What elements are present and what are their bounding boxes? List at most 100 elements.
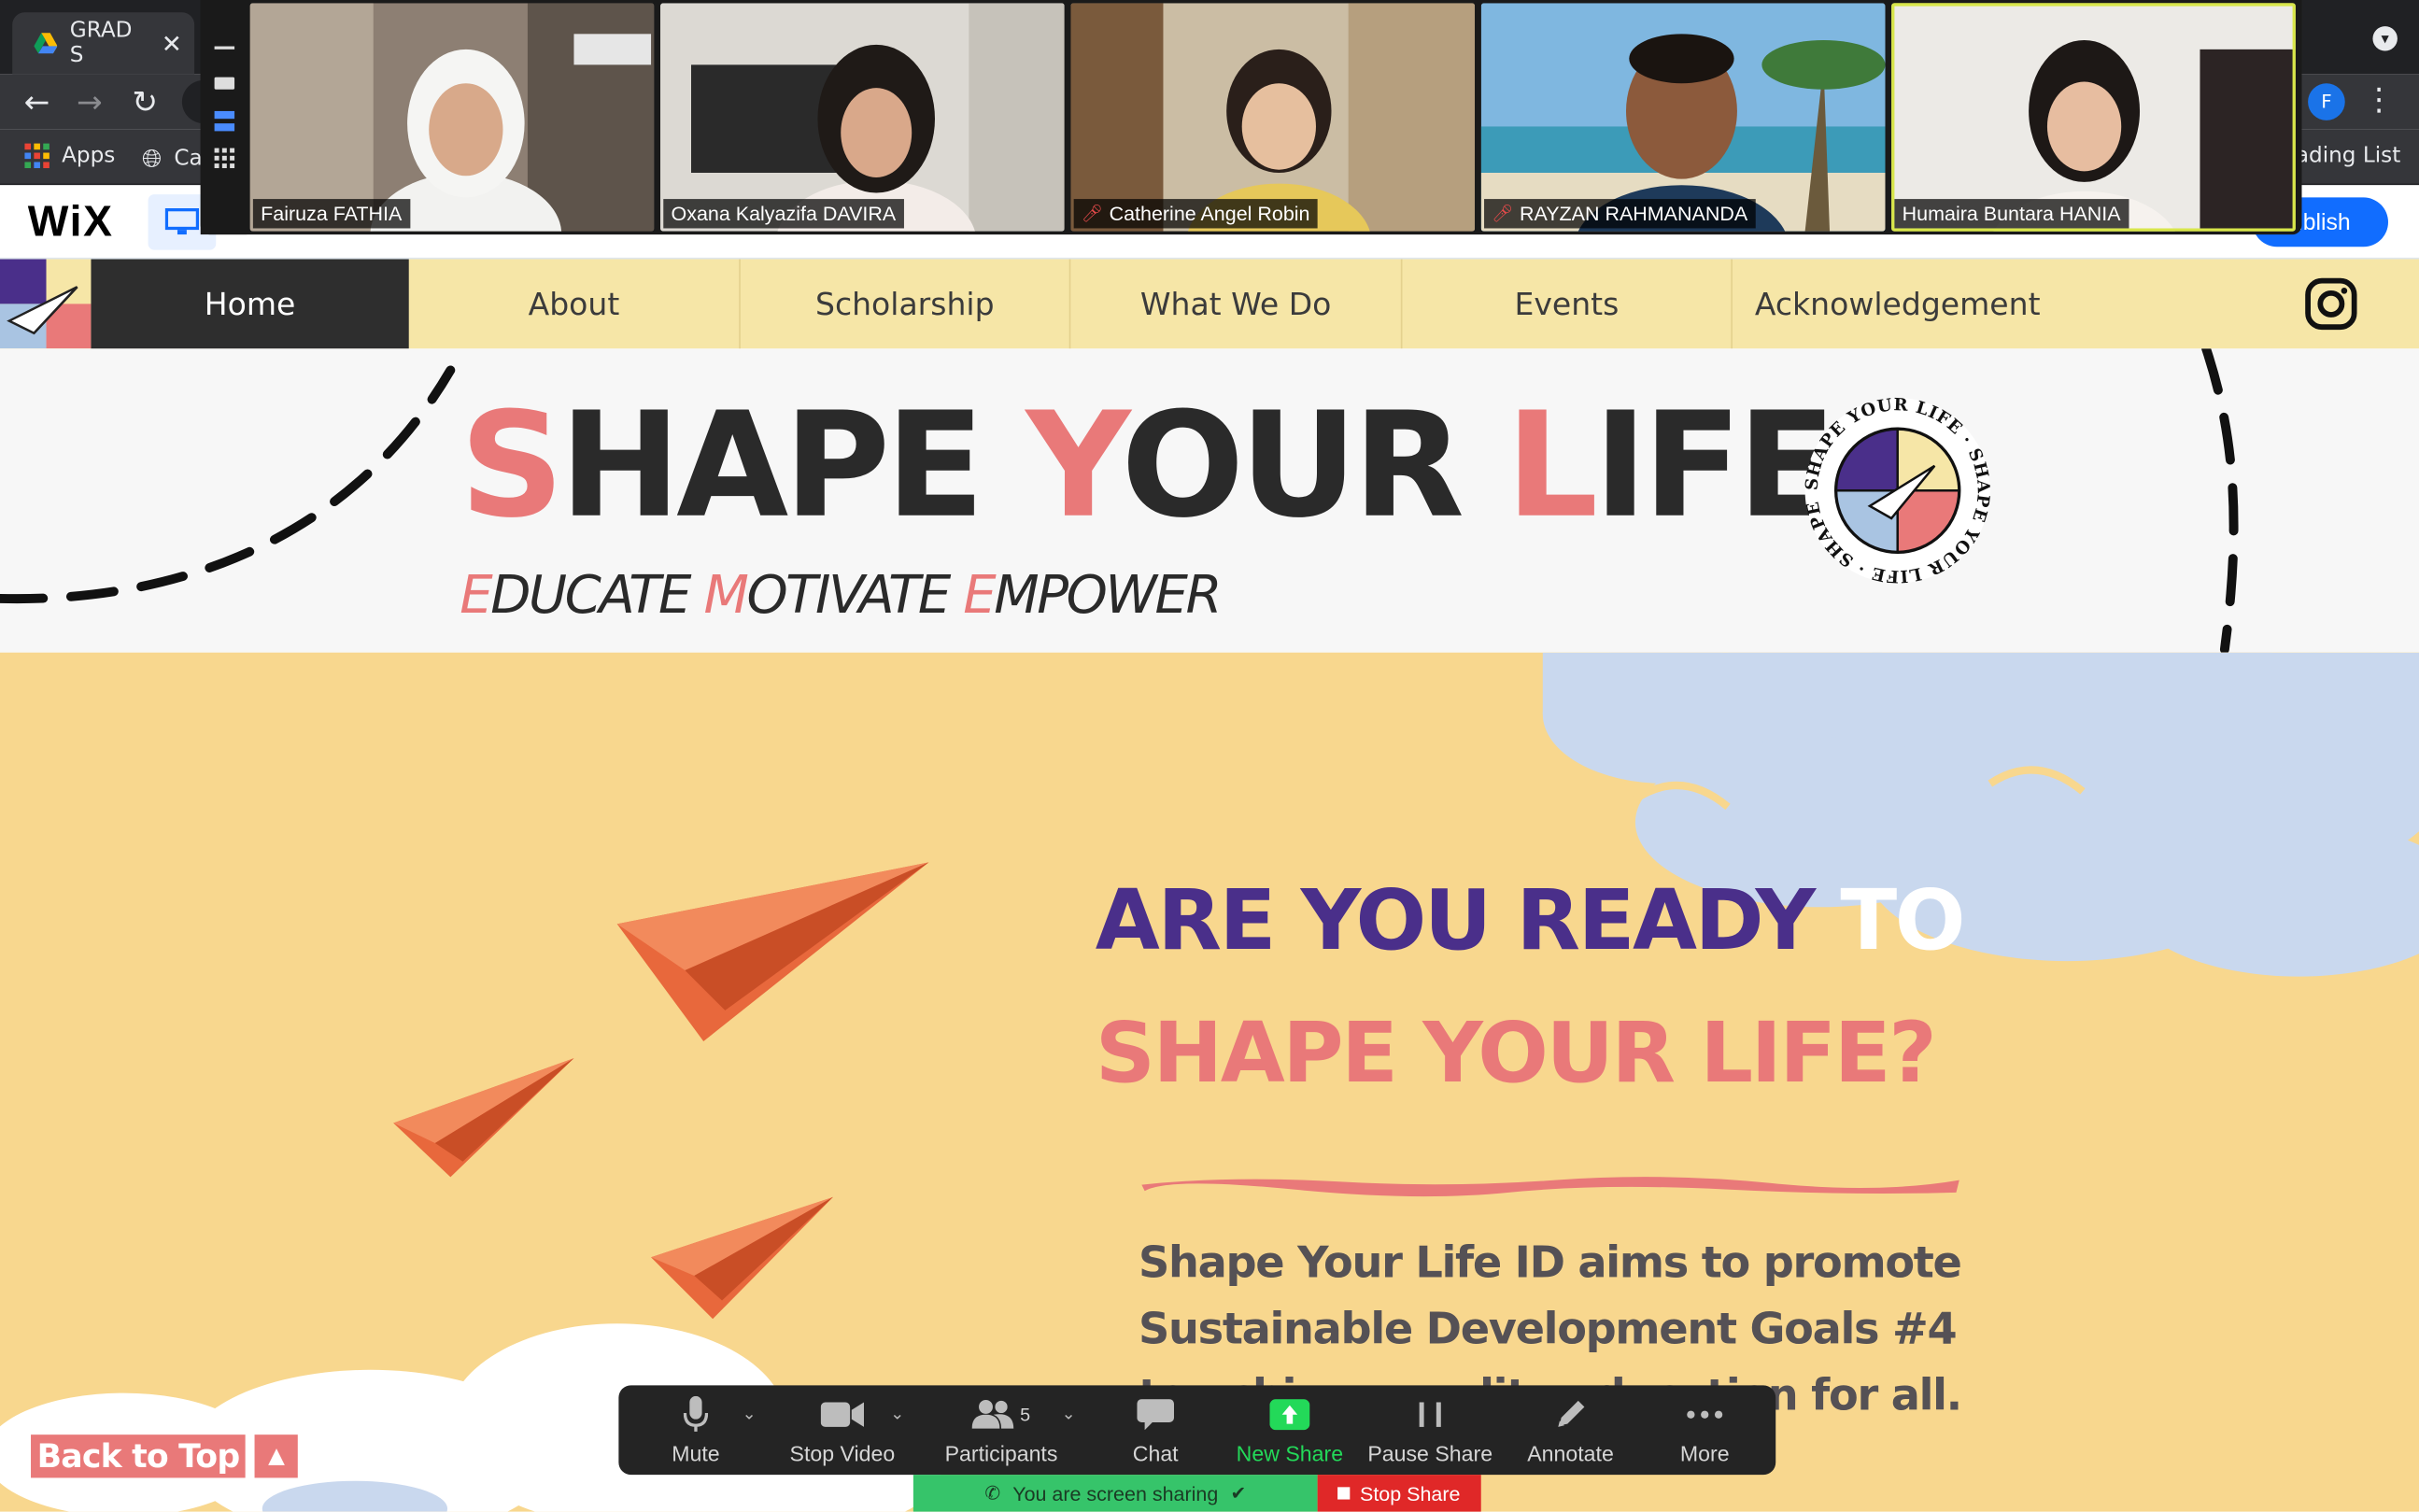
stop-square-icon: [1337, 1487, 1351, 1500]
video-options-caret[interactable]: ⌄: [890, 1404, 904, 1423]
annotate-button[interactable]: Annotate: [1520, 1385, 1621, 1475]
tagline-word: MPOWER: [994, 564, 1222, 627]
zoom-meeting-toolbar: Mute ⌄ Stop Video ⌄ 5 Participants ⌄ Cha…: [618, 1385, 1776, 1476]
nav-what-we-do[interactable]: What We Do: [1070, 259, 1403, 349]
wix-logo[interactable]: WiX: [28, 197, 114, 247]
back-arrow-icon[interactable]: ←: [16, 80, 59, 123]
share-screen-icon: [1269, 1394, 1310, 1434]
video-camera-icon: [820, 1394, 865, 1434]
chat-button[interactable]: Chat: [1106, 1385, 1205, 1475]
reading-list-label: ading List: [2295, 143, 2401, 169]
nav-acknowledgement[interactable]: Acknowledgement: [1733, 260, 2062, 349]
forward-arrow-icon[interactable]: →: [68, 80, 111, 123]
browser-tab[interactable]: GRAD S ✕: [12, 12, 195, 75]
bookmark-second[interactable]: 🌐︎ Ca: [142, 144, 203, 175]
screen: GRAD S ✕ ▾ ← → ↻ F ⋮ Apps 🌐︎ Ca ading Li…: [0, 0, 2419, 1512]
bookmark-second-label: Ca: [174, 146, 203, 172]
hero-title-initial: S: [460, 382, 564, 551]
instagram-icon[interactable]: [2305, 277, 2357, 331]
participant-name: Humaira Buntara HANIA: [1894, 199, 2129, 229]
browser-menu-icon[interactable]: ⋮: [2364, 80, 2395, 118]
headline-line-1-text: ARE YOU READY: [1095, 871, 1841, 969]
annotate-label: Annotate: [1527, 1440, 1614, 1466]
shape-your-life-badge-logo: SHAPE YOUR LIFE · SHAPE YOUR LIFE · SHAP…: [1802, 395, 1992, 586]
bookmark-apps[interactable]: Apps: [24, 143, 116, 169]
more-label: More: [1679, 1440, 1730, 1466]
participant-tile-active-speaker[interactable]: Humaira Buntara HANIA: [1891, 3, 2296, 232]
more-button[interactable]: More: [1655, 1385, 1754, 1475]
participants-icon: [971, 1400, 1014, 1429]
participant-video: [249, 3, 655, 232]
pause-share-button[interactable]: Pause Share: [1365, 1385, 1495, 1475]
nav-about[interactable]: About: [409, 259, 741, 349]
new-share-label: New Share: [1236, 1440, 1344, 1466]
participants-icon-group: 5: [971, 1394, 1030, 1434]
participants-options-caret[interactable]: ⌄: [1061, 1404, 1075, 1423]
headline-line-1-highlight: TO: [1840, 871, 1965, 969]
tagline-word: DUCATE: [490, 564, 704, 627]
participants-label: Participants: [944, 1440, 1058, 1466]
hero-banner: SHAPE YOUR LIFE EDUCATE MOTIVATE EMPOWER…: [0, 348, 2419, 653]
gallery-view-icon[interactable]: [214, 148, 235, 169]
mute-label: Mute: [672, 1440, 720, 1466]
new-share-button[interactable]: New Share: [1229, 1385, 1350, 1475]
nav-scholarship[interactable]: Scholarship: [741, 259, 1071, 349]
tagline-initial: M: [703, 564, 748, 627]
brush-stroke-divider: [1141, 1177, 1959, 1197]
stop-video-label: Stop Video: [789, 1440, 896, 1466]
muted-mic-icon: 🎤︎: [1492, 205, 1514, 224]
stop-share-button[interactable]: Stop Share: [1317, 1475, 1481, 1512]
pause-icon: [1418, 1394, 1442, 1434]
hero-title-word: IFE: [1593, 382, 1836, 551]
headline-line-2: SHAPE YOUR LIFE?: [1095, 1004, 1937, 1102]
strip-view-icon[interactable]: [214, 110, 235, 132]
tagline-initial: E: [460, 564, 492, 627]
participant-video: [1891, 3, 2296, 232]
google-drive-icon: [34, 33, 58, 54]
microphone-icon: [683, 1394, 709, 1434]
nav-home[interactable]: Home: [91, 259, 409, 349]
mute-button[interactable]: Mute: [653, 1385, 740, 1475]
participant-tile[interactable]: 🎤︎ Catherine Angel Robin: [1070, 3, 1476, 232]
hero-tagline: EDUCATE MOTIVATE EMPOWER: [460, 564, 1222, 627]
hero-title: SHAPE YOUR LIFE: [460, 394, 1836, 540]
participant-video: [659, 3, 1065, 232]
tab-close-icon[interactable]: ✕: [162, 29, 182, 58]
paper-plane-medium: [393, 1058, 574, 1178]
screen-sharing-status: ✆ You are screen sharing ✔: [912, 1475, 1318, 1512]
phone-icon: ✆: [984, 1482, 1001, 1505]
tab-search-icon[interactable]: ▾: [2372, 26, 2398, 51]
site-logo[interactable]: [0, 259, 92, 349]
headline-line-1: ARE YOU READY TO: [1095, 871, 1966, 969]
participant-tile[interactable]: Oxana Kalyazifa DAVIRA: [659, 3, 1065, 232]
minimize-icon[interactable]: [214, 46, 235, 49]
back-to-top-button[interactable]: Back to Top ▲: [31, 1434, 299, 1478]
tagline-word: OTIVATE: [746, 564, 964, 627]
participant-tile[interactable]: 🎤︎ RAYZAN RAHMANANDA: [1480, 3, 1886, 232]
participant-name: 🎤︎ Catherine Angel Robin: [1073, 199, 1318, 229]
participant-name: Oxana Kalyazifa DAVIRA: [663, 199, 904, 229]
sharing-status-label: You are screen sharing: [1012, 1481, 1219, 1505]
hero-title-word: OUR: [1121, 382, 1507, 551]
chat-label: Chat: [1132, 1440, 1179, 1466]
up-arrow-icon: ▲: [254, 1434, 299, 1478]
hero-title-word: HAPE: [559, 382, 1026, 551]
tab-title: GRAD S: [69, 18, 133, 68]
main-section: ARE YOU READY TO SHAPE YOUR LIFE? Shape …: [0, 652, 2419, 1512]
bookmark-apps-label: Apps: [62, 143, 116, 169]
participant-tile[interactable]: Fairuza FATHIA: [249, 3, 655, 232]
more-dots-icon: [1686, 1394, 1723, 1434]
reading-list[interactable]: ading List: [2296, 144, 2400, 168]
participants-button[interactable]: 5 Participants: [937, 1385, 1067, 1475]
tagline-initial: E: [963, 564, 996, 627]
nav-events[interactable]: Events: [1402, 259, 1733, 349]
single-view-icon[interactable]: [214, 77, 235, 90]
hero-title-initial: Y: [1026, 382, 1125, 551]
stop-share-label: Stop Share: [1360, 1481, 1461, 1505]
participant-video: [1480, 3, 1886, 232]
stop-video-button[interactable]: Stop Video: [782, 1385, 902, 1475]
reload-icon[interactable]: ↻: [123, 80, 166, 123]
paper-plane-small: [651, 1196, 833, 1320]
profile-avatar[interactable]: F: [2308, 83, 2345, 120]
mute-options-caret[interactable]: ⌄: [743, 1404, 757, 1423]
